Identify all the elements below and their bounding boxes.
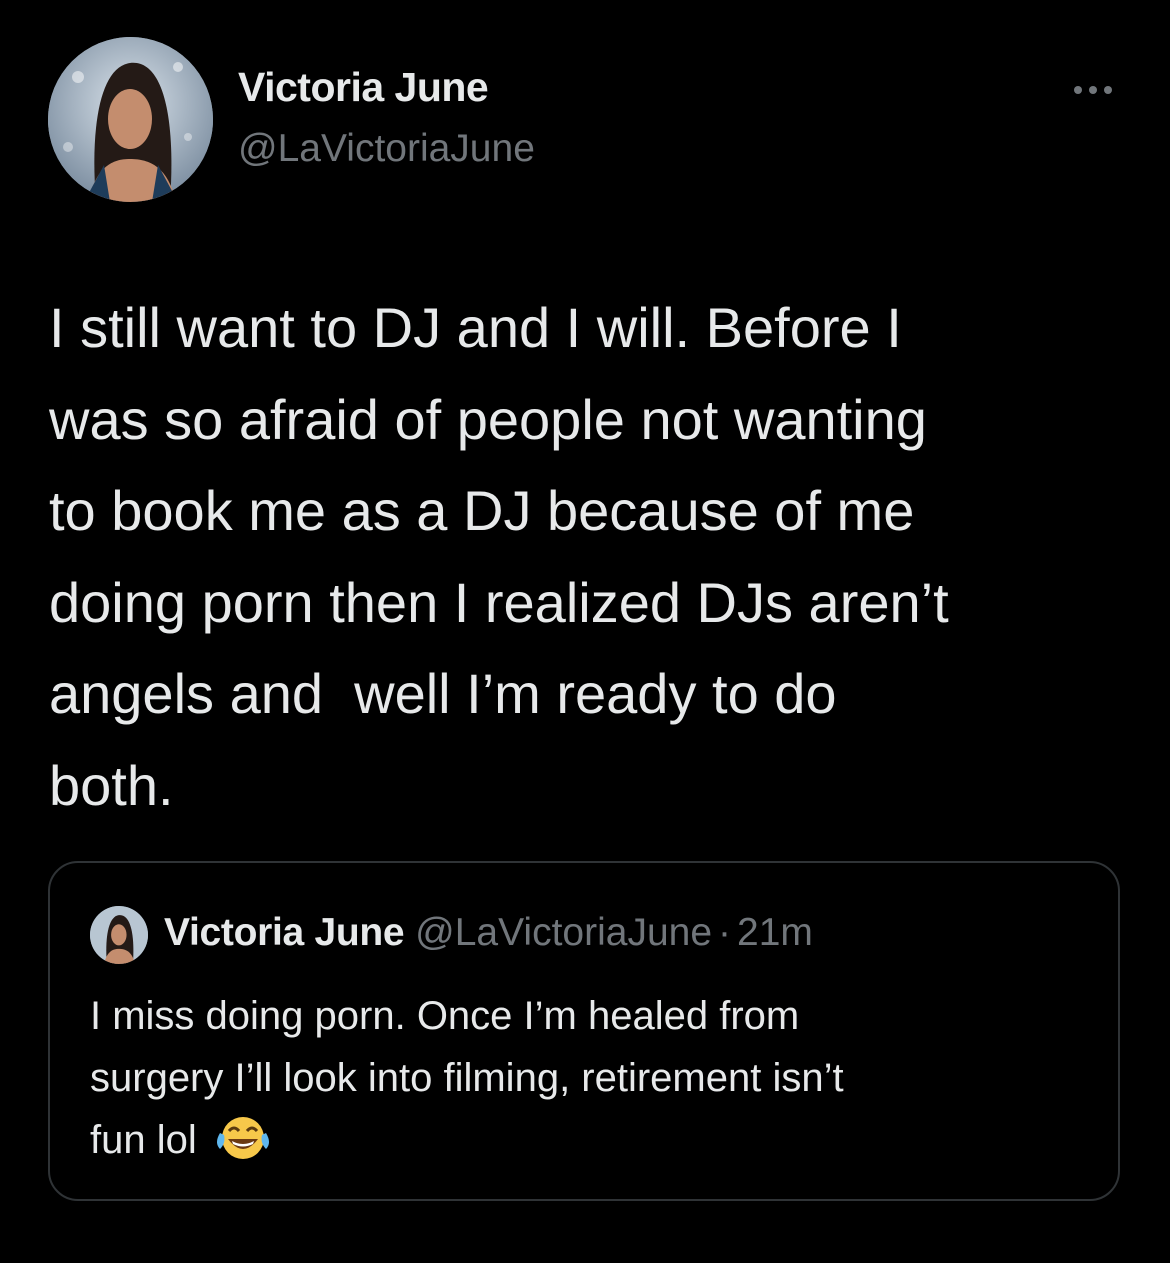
more-horizontal-icon[interactable] — [1068, 76, 1118, 104]
quoted-tweet-card[interactable]: Victoria June @LaVictoriaJune · 21m I miss… — [48, 861, 1120, 1201]
tweet-text-line: doing porn then I realized DJs aren’t — [49, 570, 949, 634]
tweet-text-line: was so afraid of people not wanting — [49, 387, 927, 451]
quoted-author-name[interactable]: Victoria June — [164, 911, 405, 954]
tweet: Victoria June @LaVictoriaJune I still wa… — [0, 0, 1170, 1263]
quoted-text-line: I miss doing porn. Once I’m healed from — [90, 994, 800, 1038]
tweet-text-line: I still want to DJ and I will. Before I — [49, 296, 902, 359]
author-handle[interactable]: @LaVictoriaJune — [238, 127, 535, 171]
author-avatar[interactable] — [48, 37, 213, 202]
tweet-text: I still want to DJ and I will. Before I … — [49, 282, 1129, 831]
quoted-tweet-text: I miss doing porn. Once I’m healed from … — [90, 985, 1090, 1171]
tweet-text-line: both. — [49, 753, 174, 817]
quoted-tweet-header: Victoria June @LaVictoriaJune · 21m — [164, 911, 813, 955]
quoted-text-last: fun lol — [90, 1118, 197, 1162]
quoted-tweet-time[interactable]: 21m — [737, 911, 813, 954]
quoted-author-avatar[interactable] — [90, 906, 148, 964]
tweet-text-line: to book me as a DJ because of me — [49, 479, 915, 542]
separator-dot: · — [718, 911, 732, 954]
face-with-tears-of-joy-icon — [212, 1111, 274, 1161]
author-name[interactable]: Victoria June — [238, 64, 489, 111]
quoted-author-handle[interactable]: @LaVictoriaJune — [415, 911, 712, 954]
quoted-text-line: fun lol — [90, 1109, 1090, 1171]
quoted-text-line: surgery I’ll look into filming, retireme… — [90, 1056, 844, 1100]
tweet-text-line: angels and well I’m ready to do — [49, 662, 837, 725]
